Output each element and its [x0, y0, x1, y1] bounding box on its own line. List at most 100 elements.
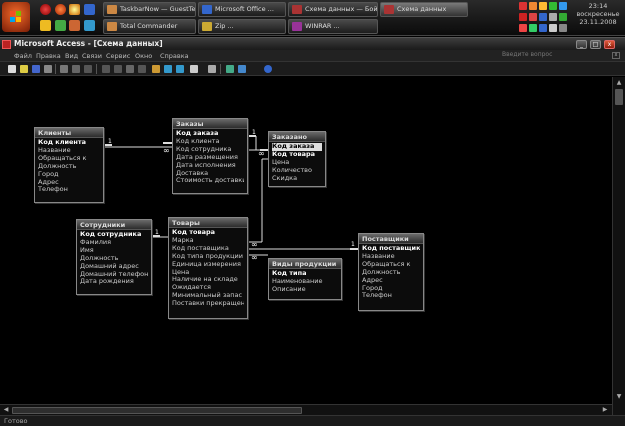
table-title[interactable]: Заказано — [269, 132, 325, 142]
scroll-down-icon[interactable]: ▼ — [615, 393, 623, 401]
scroll-right-icon[interactable]: ▶ — [601, 406, 609, 414]
field-item[interactable]: Адрес — [38, 179, 100, 187]
tray-icon[interactable] — [549, 13, 557, 21]
tray-icon[interactable] — [549, 24, 557, 32]
scroll-left-icon[interactable]: ◀ — [2, 406, 10, 414]
menu-edit[interactable]: Правка — [36, 52, 61, 60]
field-item[interactable]: Код товара — [272, 151, 322, 159]
field-item[interactable]: Имя — [80, 247, 148, 255]
clock[interactable]: 23:14 воскресенье 23.11.2008 — [572, 0, 624, 34]
tray-icon[interactable] — [539, 24, 547, 32]
quicklaunch-browser-icon[interactable] — [40, 4, 51, 15]
table-title[interactable]: Заказы — [173, 119, 247, 129]
quicklaunch-network-icon[interactable] — [84, 20, 95, 31]
field-item[interactable]: Наименование — [272, 278, 338, 286]
cut-icon[interactable] — [102, 65, 110, 73]
quicklaunch-opera-icon[interactable] — [55, 4, 66, 15]
field-item[interactable]: Код типа продукции — [172, 253, 244, 261]
show-all-icon[interactable] — [176, 65, 184, 73]
tray-icon[interactable] — [529, 24, 537, 32]
field-item[interactable]: Дата исполнения — [176, 162, 244, 170]
field-item[interactable]: Код сотрудника — [80, 231, 148, 239]
menu-help[interactable]: Справка — [160, 52, 189, 60]
menu-window[interactable]: Окно — [135, 52, 152, 60]
quicklaunch-desktop-icon[interactable] — [84, 4, 95, 15]
field-item[interactable]: Описание — [272, 286, 338, 294]
tray-icon[interactable] — [519, 24, 527, 32]
field-item[interactable]: Должность — [362, 269, 420, 277]
field-item[interactable]: Единица измерения — [172, 261, 244, 269]
field-item[interactable]: Телефон — [362, 292, 420, 300]
menu-relations[interactable]: Связи — [82, 52, 102, 60]
field-item[interactable]: Скидка — [272, 175, 322, 183]
quicklaunch-warning-icon[interactable] — [40, 20, 51, 31]
copy-icon[interactable] — [114, 65, 122, 73]
clear-layout-icon[interactable] — [190, 65, 198, 73]
scroll-thumb[interactable] — [12, 407, 302, 414]
table-product-types[interactable]: Виды продукции Код типа Наименование Опи… — [268, 258, 342, 300]
help-icon[interactable] — [264, 65, 272, 73]
field-item[interactable]: Название — [38, 147, 100, 155]
field-item[interactable]: Код типа — [272, 270, 338, 278]
table-title[interactable]: Сотрудники — [77, 220, 151, 230]
field-item[interactable]: Цена — [172, 269, 244, 277]
tray-icon[interactable] — [519, 13, 527, 21]
taskbar-task-3[interactable]: Схема данных — Бойз... — [288, 2, 378, 17]
field-item[interactable]: Дата размещения — [176, 154, 244, 162]
help-search-box[interactable]: Введите вопрос — [502, 51, 572, 61]
taskbar-task-1[interactable]: TaskbarNow — GuestText... — [103, 2, 196, 17]
tray-icon[interactable] — [539, 13, 547, 21]
field-item[interactable]: Код поставщика — [362, 245, 420, 253]
field-item[interactable]: Стоимость доставки — [176, 177, 244, 185]
scroll-thumb[interactable] — [615, 89, 623, 105]
paste-icon[interactable] — [126, 65, 134, 73]
field-item[interactable]: Домашний телефон — [80, 271, 148, 279]
horizontal-scrollbar[interactable]: ◀ ▶ — [0, 404, 612, 415]
show-table-icon[interactable] — [152, 65, 160, 73]
field-item[interactable]: Количество — [272, 167, 322, 175]
table-title[interactable]: Поставщики — [359, 234, 423, 244]
open-icon[interactable] — [20, 65, 28, 73]
taskbar-task-6[interactable]: Zip ... — [198, 19, 286, 34]
quicklaunch-tool-icon[interactable] — [69, 20, 80, 31]
minimize-button[interactable]: _ — [576, 40, 587, 49]
new-object-icon[interactable] — [238, 65, 246, 73]
tray-icon[interactable] — [539, 2, 547, 10]
field-item[interactable]: Домашний адрес — [80, 263, 148, 271]
field-item[interactable]: Название — [362, 253, 420, 261]
tray-icon[interactable] — [549, 2, 557, 10]
preview-icon[interactable] — [72, 65, 80, 73]
field-item[interactable]: Код заказа — [272, 143, 322, 151]
save-icon[interactable] — [32, 65, 40, 73]
table-title[interactable]: Виды продукции — [269, 259, 341, 269]
field-item[interactable]: Дата рождения — [80, 278, 148, 286]
field-item[interactable]: Обращаться к — [38, 155, 100, 163]
maximize-button[interactable]: □ — [590, 40, 601, 49]
field-item[interactable]: Поставки прекращены — [172, 300, 244, 308]
menu-tools[interactable]: Сервис — [106, 52, 130, 60]
field-item[interactable]: Код клиента — [38, 139, 100, 147]
database-window-icon[interactable] — [226, 65, 234, 73]
table-employees[interactable]: Сотрудники Код сотрудника Фамилия Имя До… — [76, 219, 152, 295]
field-item[interactable]: Должность — [80, 255, 148, 263]
field-item[interactable]: Адрес — [362, 277, 420, 285]
field-item[interactable]: Код поставщика — [172, 245, 244, 253]
spelling-icon[interactable] — [84, 65, 92, 73]
field-item[interactable]: Город — [38, 171, 100, 179]
undo-icon[interactable] — [138, 65, 146, 73]
table-suppliers[interactable]: Поставщики Код поставщика Название Обращ… — [358, 233, 424, 311]
delete-icon[interactable] — [208, 65, 216, 73]
quicklaunch-firefox-icon[interactable] — [69, 4, 80, 15]
taskbar-task-2[interactable]: Microsoft Office ... — [198, 2, 286, 17]
table-orders[interactable]: Заказы Код заказа Код клиента Код сотруд… — [172, 118, 248, 194]
tray-icon[interactable] — [559, 13, 567, 21]
table-title[interactable]: Товары — [169, 218, 247, 228]
field-item[interactable]: Код товара — [172, 229, 244, 237]
print-icon[interactable] — [60, 65, 68, 73]
taskbar-task-7[interactable]: WINRAR ... — [288, 19, 378, 34]
mdi-close-button[interactable]: x — [612, 52, 620, 59]
field-item[interactable]: Наличие на складе — [172, 276, 244, 284]
relationships-canvas[interactable]: 1 ∞ 1 ∞ 1 ∞ ∞ 1 Клиенты Код клиента Назв… — [0, 77, 612, 404]
field-item[interactable]: Должность — [38, 163, 100, 171]
menu-file[interactable]: Файл — [14, 52, 32, 60]
